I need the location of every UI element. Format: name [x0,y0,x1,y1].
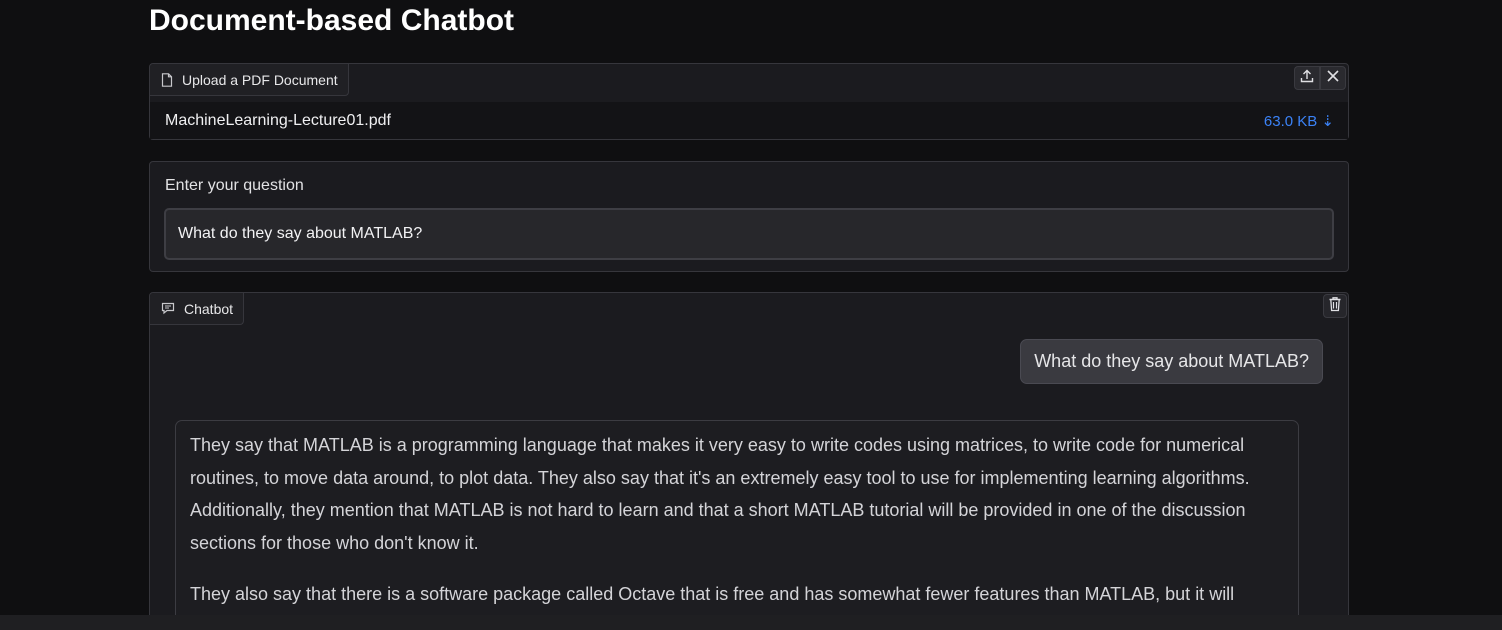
chatbot-panel: Chatbot What do they say about MATLAB? T… [149,292,1349,622]
bot-message: They say that MATLAB is a programming la… [175,420,1299,621]
upload-label-tab: Upload a PDF Document [150,64,349,96]
upload-label: Upload a PDF Document [182,71,338,88]
page-title: Document-based Chatbot [149,4,515,37]
upload-actions [1294,66,1346,90]
chatbot-label-tab: Chatbot [150,293,245,325]
file-name: MachineLearning-Lecture01.pdf [165,111,391,129]
app-page: Document-based Chatbot Upload a PDF Docu… [0,0,1502,630]
bottom-bar [0,615,1502,630]
question-input[interactable] [164,208,1334,260]
file-download-link[interactable]: 63.0 KB ⇣ [1264,112,1334,130]
user-message: What do they say about MATLAB? [1020,339,1323,384]
chat-icon [161,302,175,315]
uploaded-file-row: MachineLearning-Lecture01.pdf 63.0 KB ⇣ [150,102,1348,139]
question-panel: Enter your question [149,161,1349,272]
upload-icon [1299,68,1315,89]
chatbot-label: Chatbot [184,300,234,317]
clear-chat-button[interactable] [1323,294,1347,318]
bot-message-paragraph: They say that MATLAB is a programming la… [190,435,1250,553]
file-icon [161,72,173,87]
clear-file-button[interactable] [1320,66,1346,90]
question-label: Enter your question [165,177,304,194]
pdf-upload-panel: Upload a PDF Document MachineLearning-Le… [149,63,1349,140]
trash-icon [1328,296,1342,317]
bot-message-paragraph: They also say that there is a software p… [190,584,1235,604]
close-icon [1326,69,1340,88]
upload-button[interactable] [1294,66,1320,90]
